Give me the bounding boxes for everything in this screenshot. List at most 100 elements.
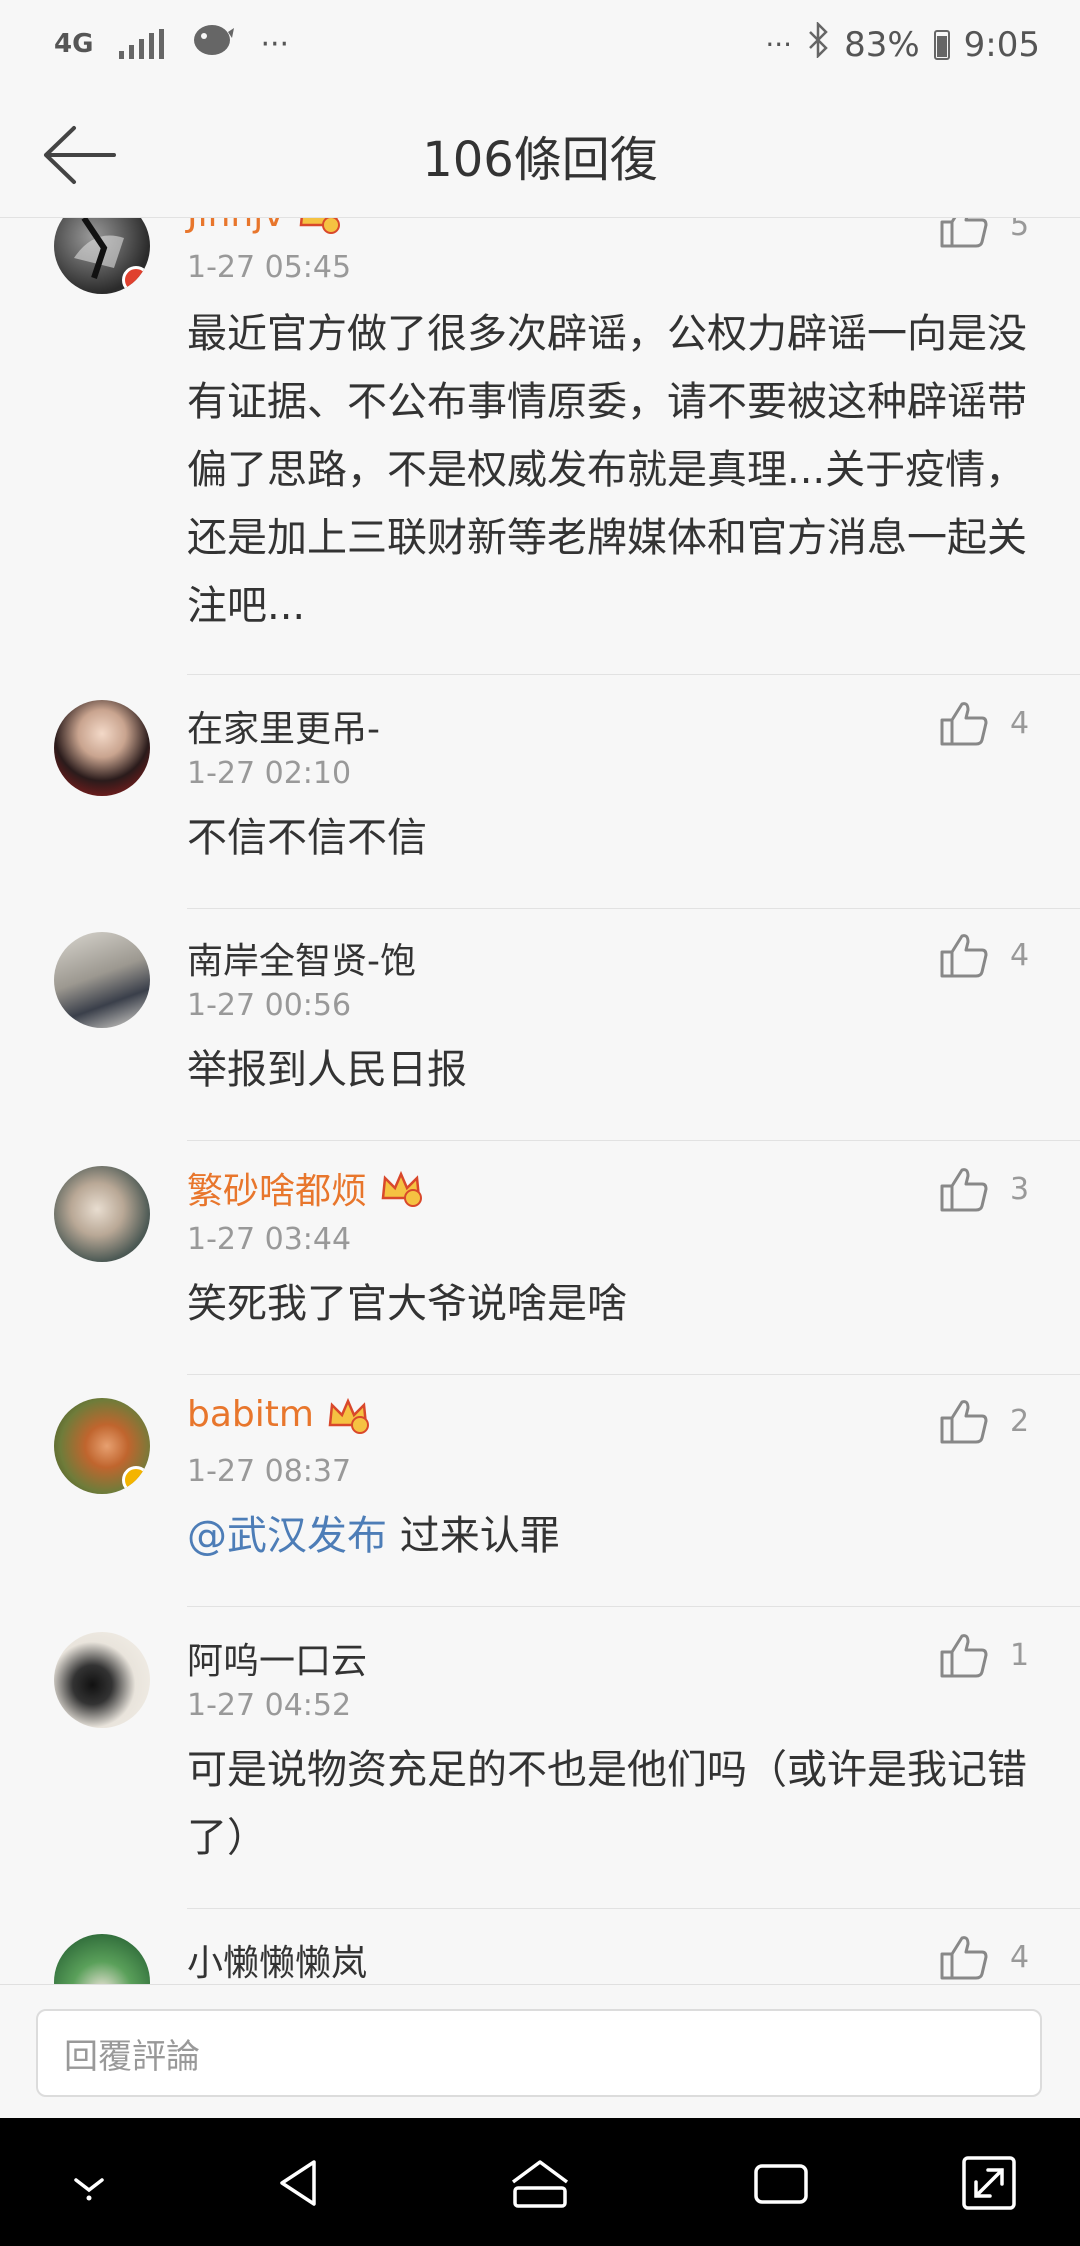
comment-text: 可是说物资充足的不也是他们吗（或许是我记错了）: [187, 1747, 1027, 1861]
like-button[interactable]: 5: [940, 218, 1029, 248]
avatar[interactable]: [54, 218, 150, 294]
page-title: 106條回復: [422, 132, 658, 188]
thumbs-up-icon: [940, 1400, 988, 1444]
hide-keyboard-button[interactable]: [58, 2152, 120, 2214]
username[interactable]: 阿呜一口云: [187, 1632, 367, 1684]
username-text: babitm: [187, 1394, 314, 1435]
username[interactable]: Jinnjv: [187, 218, 341, 235]
like-count: 2: [1010, 1403, 1030, 1439]
nav-back-button[interactable]: [270, 2152, 332, 2214]
like-button[interactable]: 4: [940, 932, 1029, 978]
username-text: 在家里更吊-: [187, 709, 380, 750]
comment-text: 最近官方做了很多次辟谣，公权力辟谣一向是没有证据、不公布事情原委，请不要被这种辟…: [187, 311, 1027, 629]
comment-text-body: 过来认罪: [387, 1513, 560, 1559]
avatar[interactable]: [54, 932, 150, 1028]
system-nav-bar: [0, 2118, 1080, 2246]
like-count: 1: [1010, 1637, 1030, 1673]
username[interactable]: babitm: [187, 1394, 370, 1435]
comment-item: babitm 1-27 08:37 @武汉发布 过来认罪 2: [0, 1394, 1080, 1598]
comment-text: @武汉发布 过来认罪: [187, 1502, 1037, 1570]
clock: 9:05: [963, 24, 1040, 65]
bluetooth-icon: [806, 20, 830, 67]
divider: [187, 1140, 1080, 1141]
comment-time: 1-27 08:37: [187, 1454, 352, 1489]
username-text: Jinnjv: [187, 218, 285, 235]
thumbs-up-icon: [940, 1936, 988, 1980]
comment-item: 阿呜一口云 1-27 04:52 可是说物资充足的不也是他们吗（或许是我记错了）…: [0, 1632, 1080, 1902]
comment-time: 1-27 05:45: [187, 250, 352, 285]
home-icon: [511, 2160, 569, 2208]
comment-item: 小懒懒懒岚 4: [0, 1934, 1080, 1984]
nav-home-button[interactable]: [509, 2152, 571, 2214]
comment-time: 1-27 04:52: [187, 1688, 352, 1723]
nav-expand-button[interactable]: [958, 2152, 1020, 2214]
divider: [187, 1374, 1080, 1375]
username[interactable]: 南岸全智贤-饱: [187, 932, 416, 984]
comment-list[interactable]: Jinnjv 1-27 05:45 最近官方做了很多次辟谣，公权力辟谣一向是没有…: [0, 218, 1080, 1984]
more-notifications-icon: ···: [260, 26, 290, 62]
signal-icon: [119, 29, 165, 59]
comment-time: 1-27 00:56: [187, 988, 352, 1023]
comment-item: 在家里更吊- 1-27 02:10 不信不信不信 4: [0, 700, 1080, 900]
vip-crown-icon: [379, 1168, 423, 1208]
like-count: 5: [1010, 218, 1030, 243]
vip-crown-icon: [297, 218, 341, 235]
thumbs-up-icon: [940, 934, 988, 978]
divider: [187, 1606, 1080, 1607]
username-text: 繁砂啥都烦: [187, 1171, 368, 1212]
status-bar: 4G ··· ··· 83% 9:05: [0, 0, 1080, 90]
chevron-down-icon: [74, 2178, 104, 2201]
username-text: 阿呜一口云: [187, 1641, 368, 1682]
expand-icon: [962, 2156, 1016, 2210]
reply-input[interactable]: 回覆評論: [36, 2009, 1042, 2097]
avatar[interactable]: [54, 700, 150, 796]
reply-placeholder: 回覆評論: [64, 2036, 200, 2077]
battery-percent: 83%: [844, 24, 920, 65]
divider: [187, 1908, 1080, 1909]
verified-badge-icon: [122, 1466, 150, 1494]
comment-item: 南岸全智贤-饱 1-27 00:56 举报到人民日报 4: [0, 932, 1080, 1132]
reply-bar: 回覆評論: [0, 1984, 1080, 2118]
comment-text: 笑死我了官大爷说啥是啥: [187, 1281, 627, 1327]
thumbs-up-icon: [940, 702, 988, 746]
avatar[interactable]: [54, 1934, 150, 1984]
nav-recents-button[interactable]: [750, 2152, 812, 2214]
comment-text: 不信不信不信: [187, 815, 427, 861]
vip-crown-icon: [326, 1395, 370, 1435]
app-notification-icon: [190, 22, 235, 66]
red-badge-icon: [122, 266, 150, 294]
network-type: 4G: [54, 29, 94, 59]
like-button[interactable]: 4: [940, 700, 1029, 746]
username-text: 小懒懒懒岚: [187, 1943, 368, 1984]
triangle-back-icon: [280, 2160, 316, 2206]
avatar[interactable]: [54, 1632, 150, 1728]
comment-time: 1-27 03:44: [187, 1222, 352, 1257]
username[interactable]: 繁砂啥都烦: [187, 1162, 423, 1214]
username[interactable]: 小懒懒懒岚: [187, 1934, 367, 1984]
username[interactable]: 在家里更吊-: [187, 700, 380, 752]
thumbs-up-icon: [940, 1168, 988, 1212]
like-count: 4: [1010, 1939, 1030, 1975]
like-button[interactable]: 4: [940, 1934, 1029, 1980]
more-icon: ···: [765, 28, 793, 61]
battery-icon: [933, 29, 950, 60]
like-button[interactable]: 3: [940, 1166, 1029, 1212]
comment-item: Jinnjv 1-27 05:45 最近官方做了很多次辟谣，公权力辟谣一向是没有…: [0, 218, 1080, 690]
thumbs-up-icon: [940, 218, 988, 248]
comment-item: 繁砂啥都烦 1-27 03:44 笑死我了官大爷说啥是啥 3: [0, 1166, 1080, 1366]
avatar[interactable]: [54, 1166, 150, 1262]
like-button[interactable]: 1: [940, 1632, 1029, 1678]
avatar[interactable]: [54, 1398, 150, 1494]
like-count: 4: [1010, 705, 1030, 741]
thumbs-up-icon: [940, 1634, 988, 1678]
username-text: 南岸全智贤-饱: [187, 941, 416, 982]
divider: [187, 674, 1080, 675]
like-button[interactable]: 2: [940, 1398, 1029, 1444]
like-count: 4: [1010, 937, 1030, 973]
comment-time: 1-27 02:10: [187, 756, 352, 791]
mention-link[interactable]: @武汉发布: [187, 1513, 387, 1559]
like-count: 3: [1010, 1171, 1030, 1207]
comment-text: 举报到人民日报: [187, 1047, 467, 1093]
recents-icon: [754, 2164, 808, 2204]
top-bar: 106條回復: [0, 90, 1080, 218]
